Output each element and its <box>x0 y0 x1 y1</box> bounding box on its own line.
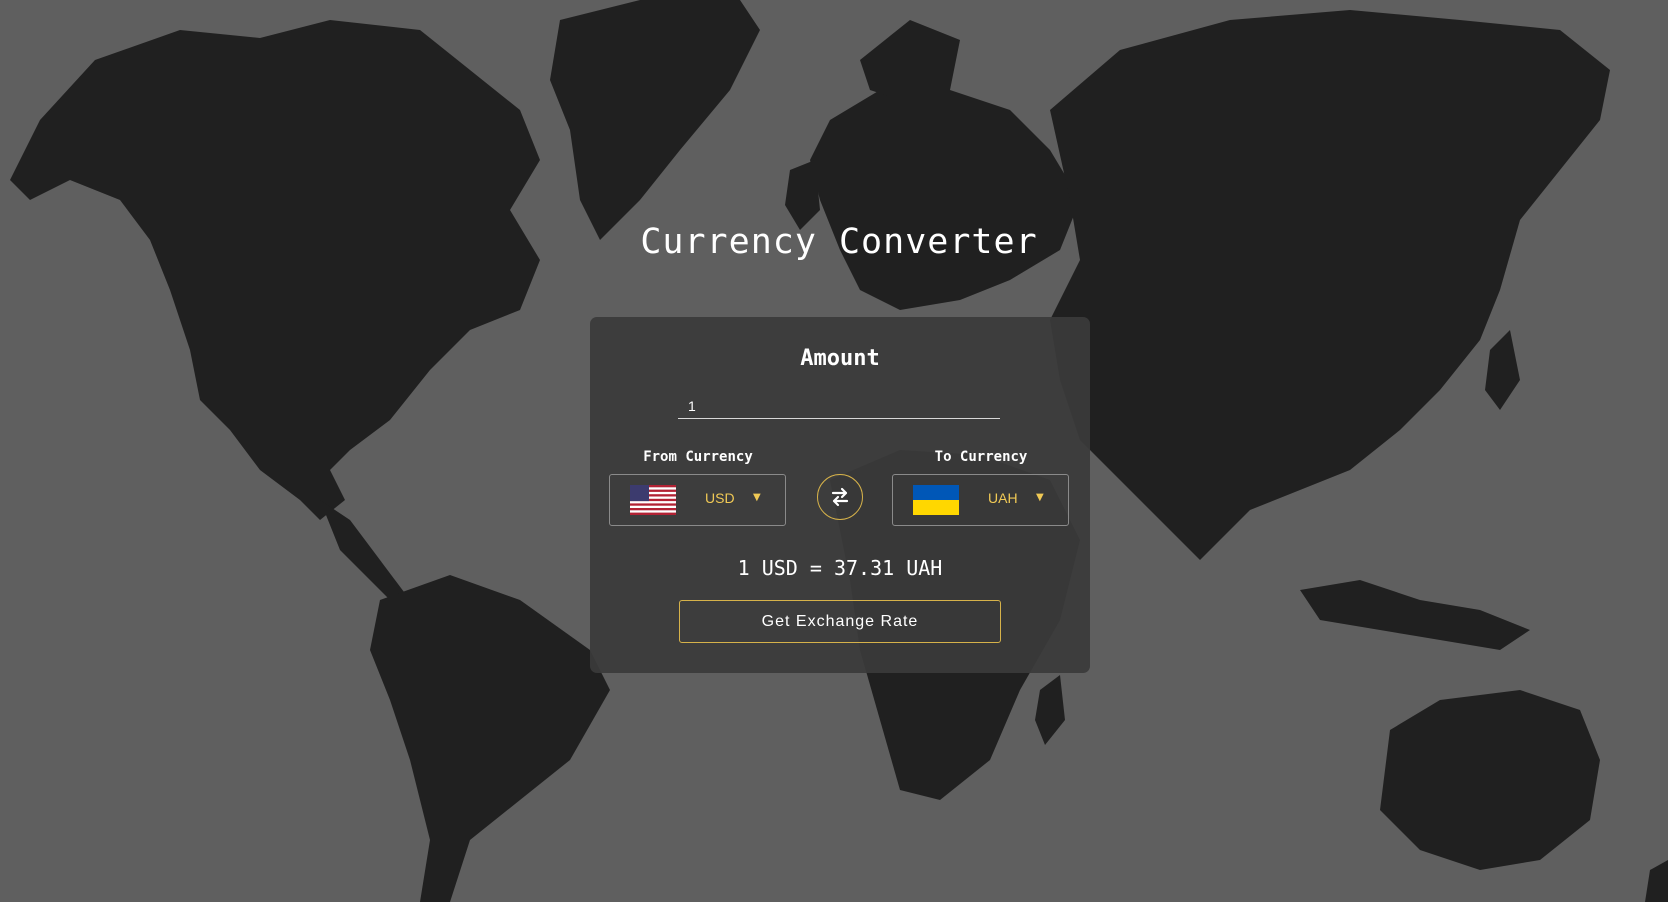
converter-card: Amount From Currency To Currency USD ▼ U… <box>590 317 1090 673</box>
get-exchange-rate-button[interactable]: Get Exchange Rate <box>679 600 1001 643</box>
page-title: Currency Converter <box>640 222 1038 262</box>
ua-flag-icon <box>913 485 959 515</box>
from-currency-select[interactable]: USD ▼ <box>609 474 786 526</box>
swap-currencies-button[interactable] <box>817 474 863 520</box>
chevron-down-icon: ▼ <box>753 492 761 503</box>
swap-arrows-icon <box>831 487 849 507</box>
amount-label: Amount <box>800 346 880 371</box>
to-currency-code: UAH <box>988 490 1018 506</box>
exchange-result: 1 USD = 37.31 UAH <box>737 556 943 580</box>
to-currency-select[interactable]: UAH ▼ <box>892 474 1069 526</box>
to-currency-label: To Currency <box>934 449 1028 465</box>
from-currency-label: From Currency <box>643 449 753 465</box>
amount-input[interactable] <box>678 393 1000 419</box>
from-currency-code: USD <box>705 490 735 506</box>
chevron-down-icon: ▼ <box>1036 492 1044 503</box>
us-flag-icon <box>630 485 676 515</box>
